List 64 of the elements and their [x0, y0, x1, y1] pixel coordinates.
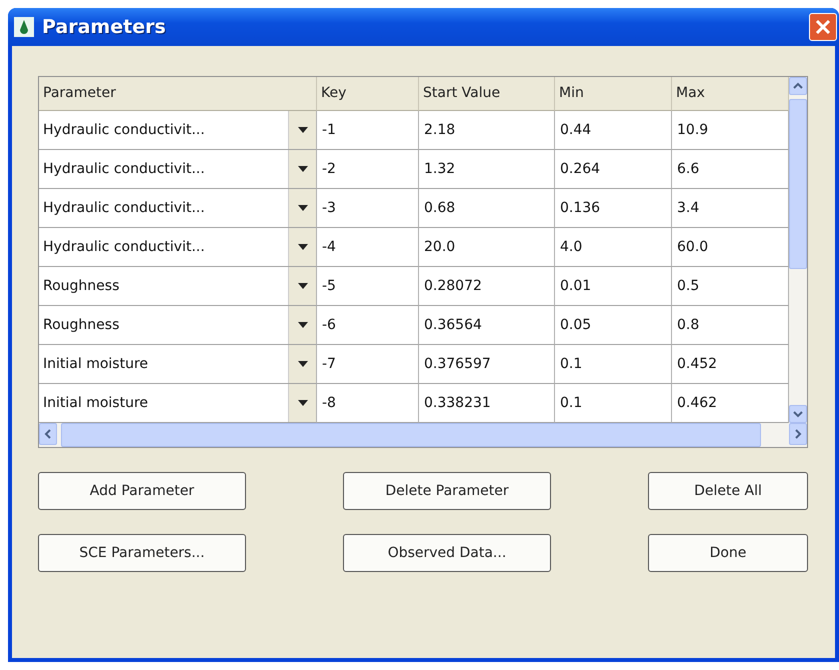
dialog-button[interactable]: Observed Data...	[343, 534, 551, 572]
dropdown-arrow-icon	[298, 244, 308, 250]
dropdown-arrow-icon	[298, 400, 308, 406]
vertical-scrollbar[interactable]	[789, 77, 807, 423]
table-cell: -3	[317, 189, 419, 228]
app-icon	[14, 17, 34, 37]
parameter-dropdown[interactable]: Roughness	[39, 267, 317, 306]
scroll-down-button[interactable]	[789, 405, 807, 423]
table-cell: -1	[317, 111, 419, 150]
table-cell: 0.338231	[419, 384, 555, 423]
parameter-dropdown[interactable]: Roughness	[39, 306, 317, 345]
dialog-button[interactable]: SCE Parameters...	[38, 534, 246, 572]
table-cell: 0.264	[555, 150, 672, 189]
table-cell: 0.05	[555, 306, 672, 345]
dialog-button[interactable]: Delete All	[648, 472, 808, 510]
dropdown-arrow-icon	[298, 361, 308, 367]
table-cell: 1.32	[419, 150, 555, 189]
table-cell: -4	[317, 228, 419, 267]
table-cell: 6.6	[672, 150, 789, 189]
scroll-left-button[interactable]	[39, 423, 57, 445]
parameter-dropdown[interactable]: Initial moisture	[39, 345, 317, 384]
table-cell: 0.136	[555, 189, 672, 228]
table-cell: 20.0	[419, 228, 555, 267]
table-cell: 0.8	[672, 306, 789, 345]
table-cell: 3.4	[672, 189, 789, 228]
table-cell: 0.376597	[419, 345, 555, 384]
parameter-dropdown[interactable]: Hydraulic conductivit...	[39, 111, 317, 150]
parameter-dropdown[interactable]: Hydraulic conductivit...	[39, 150, 317, 189]
close-icon	[814, 18, 832, 36]
table-cell: 0.68	[419, 189, 555, 228]
scroll-thumb[interactable]	[789, 99, 807, 269]
dropdown-arrow-icon	[298, 127, 308, 133]
dropdown-arrow-icon	[298, 283, 308, 289]
table-cell: -5	[317, 267, 419, 306]
table-cell: -8	[317, 384, 419, 423]
table-cell: -2	[317, 150, 419, 189]
table-cell: 60.0	[672, 228, 789, 267]
parameter-dropdown[interactable]: Hydraulic conductivit...	[39, 228, 317, 267]
table-cell: -7	[317, 345, 419, 384]
table-cell: 2.18	[419, 111, 555, 150]
dialog-button[interactable]: Add Parameter	[38, 472, 246, 510]
parameter-dropdown[interactable]: Initial moisture	[39, 384, 317, 423]
table-cell: 0.28072	[419, 267, 555, 306]
table-cell: 0.452	[672, 345, 789, 384]
dropdown-arrow-icon	[298, 166, 308, 172]
table-cell: 0.5	[672, 267, 789, 306]
dialog-button[interactable]: Delete Parameter	[343, 472, 551, 510]
scroll-up-button[interactable]	[789, 77, 807, 95]
dropdown-arrow-icon	[298, 205, 308, 211]
dialog-button[interactable]: Done	[648, 534, 808, 572]
scroll-right-button[interactable]	[789, 423, 807, 445]
window-title: Parameters	[42, 14, 166, 40]
table-cell: 0.36564	[419, 306, 555, 345]
table-cell: 0.1	[555, 384, 672, 423]
table-cell: 0.44	[555, 111, 672, 150]
dropdown-arrow-icon	[298, 322, 308, 328]
table-cell: 0.1	[555, 345, 672, 384]
table-cell: 4.0	[555, 228, 672, 267]
table-cell: 0.462	[672, 384, 789, 423]
table-cell: -6	[317, 306, 419, 345]
table-cell: 0.01	[555, 267, 672, 306]
close-button[interactable]	[809, 13, 837, 41]
parameter-dropdown[interactable]: Hydraulic conductivit...	[39, 189, 317, 228]
table-cell: 10.9	[672, 111, 789, 150]
